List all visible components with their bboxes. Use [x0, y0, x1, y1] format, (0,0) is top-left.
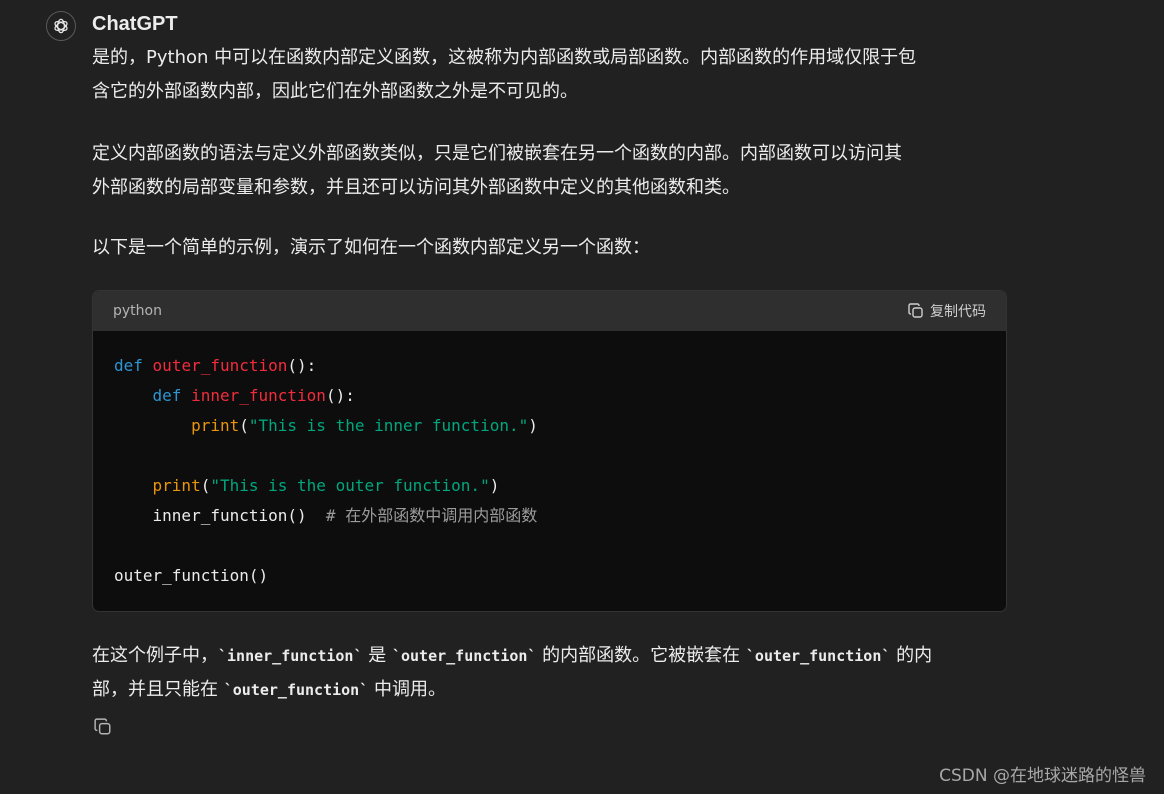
string-token: "This is the outer function."	[210, 476, 490, 495]
paragraph-line: 部，并且只能在 `outer_function` 中调用。	[92, 673, 1012, 707]
text-span: 部，并且只能在	[92, 679, 224, 700]
openai-logo-icon	[54, 18, 68, 34]
copy-icon	[94, 718, 111, 735]
string-token: "This is the inner function."	[248, 416, 529, 435]
text-span: 的内部函数。它被嵌套在	[536, 645, 746, 666]
text-span: 的内	[890, 645, 933, 666]
text-span: 中调用。	[368, 679, 446, 700]
code-line: inner_function() # 在外部函数中调用内部函数	[114, 506, 538, 525]
keyword-token: def	[114, 356, 143, 375]
copy-code-button[interactable]: 复制代码	[908, 301, 986, 321]
paragraph-explanation: 在这个例子中，`inner_function` 是 `outer_functio…	[92, 639, 1012, 707]
text-span: 是	[362, 645, 392, 666]
inline-code: `inner_function`	[218, 647, 363, 665]
copy-message-button[interactable]	[92, 716, 114, 738]
code-line: outer_function()	[114, 566, 268, 585]
paragraph-line: 在这个例子中，`inner_function` 是 `outer_functio…	[92, 639, 1012, 673]
code-line: print("This is the inner function.")	[114, 416, 538, 435]
paragraph-example-intro: 以下是一个简单的示例，演示了如何在一个函数内部定义另一个函数：	[92, 231, 1012, 265]
sender-name: ChatGPT	[92, 13, 178, 35]
builtin-token: print	[152, 476, 201, 495]
code-line: def inner_function():	[114, 386, 355, 405]
function-name-token: outer_function	[152, 356, 288, 375]
copy-icon	[908, 303, 923, 318]
call-token: inner_function()	[152, 506, 307, 525]
code-block: python 复制代码 def outer_function(): def in…	[92, 290, 1007, 612]
punctuation-token: ():	[325, 386, 355, 405]
watermark: CSDN @在地球迷路的怪兽	[939, 766, 1146, 786]
function-name-token: inner_function	[191, 386, 326, 405]
punctuation-token: )	[489, 476, 500, 495]
assistant-avatar	[46, 11, 76, 41]
inline-code: `outer_function`	[391, 647, 537, 665]
code-content: def outer_function(): def inner_function…	[93, 331, 1006, 591]
paragraph-line: 外部函数的局部变量和参数，并且还可以访问其外部函数中定义的其他函数和类。	[92, 177, 740, 198]
comment-token: # 在外部函数中调用内部函数	[325, 506, 538, 525]
paragraph-line: 含它的外部函数内部，因此它们在外部函数之外是不可见的。	[92, 81, 578, 102]
text-span: 在这个例子中，	[92, 645, 218, 666]
code-header: python 复制代码	[93, 291, 1006, 331]
call-token: outer_function()	[114, 566, 269, 585]
builtin-token: print	[191, 416, 240, 435]
punctuation-token: )	[528, 416, 538, 435]
punctuation-token: ():	[287, 356, 317, 375]
punctuation-token: (	[200, 476, 211, 495]
inline-code: `outer_function`	[745, 647, 891, 665]
keyword-token: def	[152, 386, 182, 405]
paragraph-line: 是的，Python 中可以在函数内部定义函数，这被称为内部函数或局部函数。内部函…	[92, 47, 917, 68]
code-line: def outer_function():	[114, 356, 316, 375]
paragraph-line: 定义内部函数的语法与定义外部函数类似，只是它们被嵌套在另一个函数的内部。内部函数…	[92, 143, 902, 164]
paragraph-syntax: 定义内部函数的语法与定义外部函数类似，只是它们被嵌套在另一个函数的内部。内部函数…	[92, 137, 1012, 205]
paragraph-line: 以下是一个简单的示例，演示了如何在一个函数内部定义另一个函数：	[92, 237, 650, 258]
paragraph-intro: 是的，Python 中可以在函数内部定义函数，这被称为内部函数或局部函数。内部函…	[92, 41, 1012, 109]
copy-code-label: 复制代码	[930, 304, 986, 320]
punctuation-token: (	[239, 416, 249, 435]
code-line: print("This is the outer function.")	[114, 476, 500, 495]
code-language-label: python	[113, 303, 162, 319]
inline-code: `outer_function`	[223, 681, 369, 699]
